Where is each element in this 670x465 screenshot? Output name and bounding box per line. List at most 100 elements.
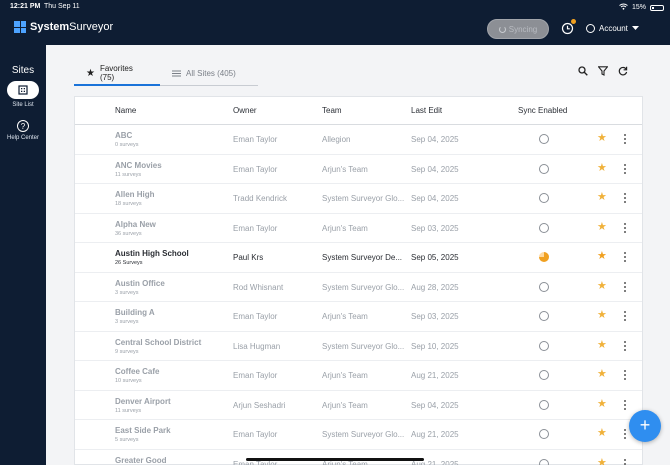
site-name-cell: Austin High School 26 Surveys: [115, 249, 189, 266]
site-name: Denver Airport: [115, 396, 171, 406]
site-name-cell: ABC 0 surveys: [115, 131, 139, 148]
toolbar: [578, 66, 628, 76]
column-header-sync-enabled: Sync Enabled: [518, 106, 568, 115]
table-row[interactable]: East Side Park 5 surveys Eman Taylor System…: [75, 420, 642, 450]
more-options-icon[interactable]: [624, 399, 627, 412]
sync-toggle-icon[interactable]: [539, 311, 549, 321]
column-header-last-edit[interactable]: Last Edit: [411, 106, 442, 115]
add-site-button[interactable]: +: [629, 410, 661, 442]
more-options-icon[interactable]: [624, 193, 627, 205]
site-list-pill[interactable]: [7, 81, 39, 99]
sync-toggle-icon[interactable]: [539, 370, 549, 380]
table-row[interactable]: Coffee Cafe 10 surveys Eman Taylor Arjun's …: [75, 361, 642, 391]
more-options-icon[interactable]: [624, 134, 627, 146]
table-row[interactable]: ABC 0 surveys Eman Taylor Allegion Sep 04, 2…: [75, 125, 642, 155]
tab-all-sites[interactable]: All Sites (405): [160, 62, 258, 86]
refresh-icon[interactable]: [618, 66, 628, 76]
site-name-cell: Austin Office 3 surveys: [115, 279, 165, 296]
logo-text-bold: System: [30, 21, 70, 33]
team-cell: System Surveyor Glo...: [322, 430, 405, 439]
team-cell: Arjun's Team: [322, 312, 368, 321]
table-body: ABC 0 surveys Eman Taylor Allegion Sep 04, 2…: [75, 125, 642, 465]
help-icon: ?: [17, 120, 29, 132]
sync-toggle-icon[interactable]: [539, 163, 549, 174]
column-header-owner[interactable]: Owner: [233, 106, 257, 115]
last-edit-cell: Sep 04, 2025: [411, 194, 459, 203]
survey-count: 18 surveys: [115, 201, 142, 207]
owner-cell: Eman Taylor: [233, 164, 278, 174]
sync-toggle-icon[interactable]: [539, 281, 549, 292]
owner-cell: Paul Krs: [233, 253, 264, 262]
building-icon: [18, 85, 28, 95]
favorite-star-icon[interactable]: ★: [597, 220, 607, 233]
favorite-star-icon[interactable]: ★: [597, 397, 607, 410]
favorite-star-icon[interactable]: ★: [597, 456, 607, 465]
more-options-icon[interactable]: [624, 458, 627, 465]
more-options-icon[interactable]: [624, 429, 627, 441]
more-options-icon[interactable]: [624, 311, 627, 323]
table-row[interactable]: Alpha New 36 surveys Eman Taylor Arjun's Te…: [75, 214, 642, 243]
survey-count: 0 surveys: [115, 142, 139, 148]
favorite-star-icon[interactable]: ★: [597, 338, 607, 351]
sync-toggle-icon[interactable]: [539, 222, 549, 233]
more-options-icon[interactable]: [624, 252, 627, 264]
team-cell: Arjun's Team: [322, 164, 368, 174]
logo-text-rest: Surveyor: [69, 21, 114, 33]
site-name: Alpha New: [115, 219, 156, 229]
site-name: Greater Good: [115, 455, 167, 465]
favorite-star-icon[interactable]: ★: [597, 131, 607, 144]
star-icon: ★: [86, 67, 95, 79]
site-name: Austin Office: [115, 278, 165, 288]
favorite-star-icon[interactable]: ★: [597, 367, 607, 380]
favorite-star-icon[interactable]: ★: [597, 190, 607, 203]
table-row[interactable]: Denver Airport 11 surveys Arjun Seshadri Ar…: [75, 391, 642, 420]
survey-count: 3 surveys: [115, 289, 139, 296]
last-edit-cell: Aug 21, 2025: [411, 430, 459, 439]
sync-toggle-icon[interactable]: [539, 193, 549, 203]
owner-cell: Eman Taylor: [233, 312, 278, 321]
more-options-icon[interactable]: [624, 163, 627, 176]
more-options-icon[interactable]: [624, 340, 627, 353]
site-name: Building A: [115, 308, 155, 317]
app-logo: SystemSurveyor: [14, 21, 113, 33]
home-indicator: [246, 458, 424, 461]
favorite-star-icon[interactable]: ★: [597, 249, 607, 262]
favorite-star-icon[interactable]: ★: [597, 279, 607, 292]
search-icon[interactable]: [578, 66, 588, 76]
more-options-icon[interactable]: [624, 281, 627, 294]
sync-toggle-icon[interactable]: [539, 458, 549, 465]
table-row[interactable]: ANC Movies 11 surveys Eman Taylor Arjun's T…: [75, 155, 642, 184]
last-edit-cell: Aug 21, 2025: [411, 371, 459, 380]
tab-favorites[interactable]: ★ Favorites (75): [74, 62, 160, 86]
table-row[interactable]: Austin Office 3 surveys Rod Whisnant System…: [75, 273, 642, 302]
sidebar-item-help-center[interactable]: ? Help Center: [0, 120, 46, 141]
more-options-icon[interactable]: [624, 370, 627, 382]
favorite-star-icon[interactable]: ★: [597, 426, 607, 439]
sync-toggle-icon[interactable]: [539, 134, 549, 144]
filter-icon[interactable]: [598, 66, 608, 76]
column-header-name[interactable]: Name: [115, 106, 136, 115]
table-row[interactable]: Central School District 9 surveys Lisa Hug…: [75, 332, 642, 361]
sync-toggle-icon[interactable]: [539, 340, 549, 351]
favorite-star-icon[interactable]: ★: [597, 308, 607, 321]
survey-count: 3 surveys: [115, 319, 139, 325]
syncing-button[interactable]: Syncing: [487, 19, 549, 39]
user-icon: [586, 24, 595, 33]
sync-toggle-icon[interactable]: [539, 399, 549, 410]
account-menu[interactable]: Account: [586, 24, 639, 33]
more-options-icon[interactable]: [624, 222, 627, 235]
sync-progress-icon[interactable]: [539, 252, 549, 262]
sync-toggle-icon[interactable]: [539, 429, 549, 439]
table-row[interactable]: Austin High School 26 Surveys Paul Krs Syst…: [75, 243, 642, 273]
sites-table: Name Owner Team Last Edit Sync Enabled A…: [74, 96, 643, 465]
syncing-label: Syncing: [508, 24, 538, 34]
site-name: Central School District: [115, 337, 202, 347]
team-cell: System Surveyor Glo...: [322, 194, 405, 203]
favorite-star-icon[interactable]: ★: [597, 161, 607, 174]
sidebar-item-site-list[interactable]: Site List: [0, 81, 46, 108]
table-row[interactable]: Building A 3 surveys Eman Taylor Arjun's Te…: [75, 302, 642, 332]
survey-count: 11 surveys: [115, 407, 142, 414]
site-name: Austin High School: [115, 249, 189, 258]
table-row[interactable]: Allen High 18 surveys Tradd Kendrick System…: [75, 184, 642, 214]
column-header-team[interactable]: Team: [322, 106, 342, 115]
